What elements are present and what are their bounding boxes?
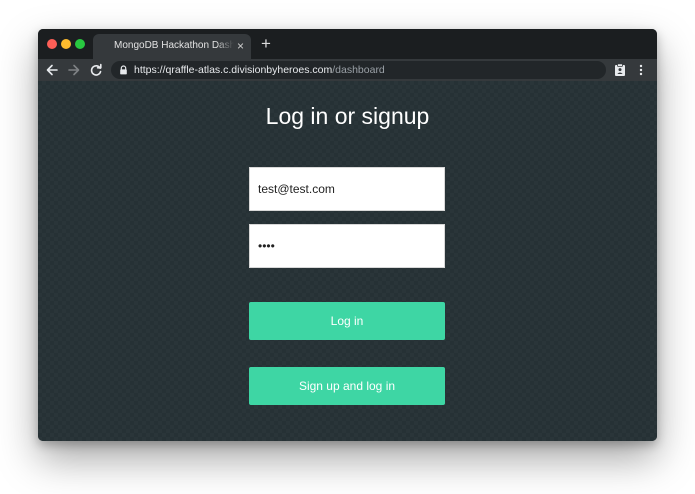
- signup-button[interactable]: Sign up and log in: [249, 367, 445, 405]
- login-button[interactable]: Log in: [249, 302, 445, 340]
- window-minimize-icon[interactable]: [61, 39, 71, 49]
- page-title: Log in or signup: [265, 103, 430, 129]
- browser-toolbar: https://qraffle-atlas.c.divisionbyheroes…: [38, 59, 657, 81]
- url-host: https://qraffle-atlas.c.divisionbyheroes…: [134, 64, 333, 76]
- clipboard-extension-icon[interactable]: [614, 63, 626, 77]
- url-text: https://qraffle-atlas.c.divisionbyheroes…: [134, 64, 385, 76]
- lock-icon: [120, 65, 127, 75]
- email-field[interactable]: [249, 167, 445, 211]
- forward-arrow-icon[interactable]: [67, 62, 81, 78]
- back-arrow-icon[interactable]: [45, 62, 59, 78]
- password-field[interactable]: [249, 224, 445, 268]
- reload-icon[interactable]: [89, 62, 103, 78]
- address-bar[interactable]: https://qraffle-atlas.c.divisionbyheroes…: [111, 61, 606, 79]
- page-content: Log in or signup Log in Sign up and log …: [38, 81, 657, 441]
- kebab-menu-icon[interactable]: [637, 63, 645, 77]
- browser-tab[interactable]: MongoDB Hackathon Dashboard ×: [93, 34, 251, 59]
- tab-title: MongoDB Hackathon Dashboard: [114, 40, 234, 51]
- new-tab-icon[interactable]: +: [261, 35, 271, 52]
- tab-close-icon[interactable]: ×: [237, 39, 244, 53]
- window-close-icon[interactable]: [47, 39, 57, 49]
- url-path: /dashboard: [332, 64, 385, 76]
- browser-window: MongoDB Hackathon Dashboard × + https://…: [38, 29, 657, 441]
- tab-strip: MongoDB Hackathon Dashboard × +: [38, 29, 657, 59]
- window-maximize-icon[interactable]: [75, 39, 85, 49]
